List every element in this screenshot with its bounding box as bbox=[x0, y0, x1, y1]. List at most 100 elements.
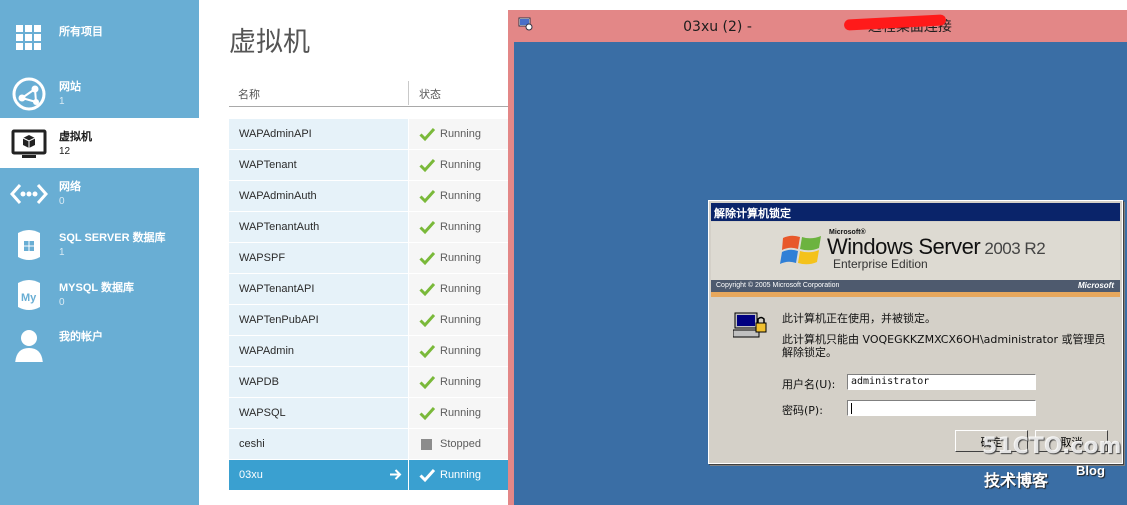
password-field[interactable] bbox=[847, 400, 1036, 416]
page-title: 虚拟机 bbox=[229, 27, 310, 58]
vm-status-cell: Running bbox=[409, 398, 508, 428]
vm-status-label: Running bbox=[440, 407, 481, 419]
monitor-icon bbox=[11, 129, 47, 158]
watermark-blog: Blog bbox=[1076, 463, 1105, 478]
nav-item-virtual-machines[interactable]: 虚拟机 12 bbox=[0, 118, 199, 168]
vm-status-label: Running bbox=[440, 128, 481, 140]
vm-row[interactable]: WAPAdminAPI Running bbox=[229, 119, 508, 150]
nav-item-label: MYSQL 数据库 bbox=[59, 282, 134, 294]
dialog-title: 解除计算机锁定 bbox=[714, 207, 791, 220]
vm-list-panel: 虚拟机 名称 状态 WAPAdminAPI Running WAPTenant Run… bbox=[199, 0, 508, 505]
vm-row[interactable]: WAPTenantAuth Running bbox=[229, 212, 508, 243]
nav-item-my-account[interactable]: 我的帐户 bbox=[0, 318, 199, 368]
unlock-permission-message-cont: 解除锁定。 bbox=[782, 346, 837, 359]
header-divider bbox=[229, 106, 508, 107]
vm-status-label: Running bbox=[440, 190, 481, 202]
vm-status-label: Running bbox=[440, 469, 481, 481]
vm-status-cell: Running bbox=[409, 305, 508, 335]
checkmark-icon bbox=[419, 344, 435, 359]
nav-item-sql-databases[interactable]: SQL SERVER 数据库 1 bbox=[0, 219, 199, 269]
nav-item-label: SQL SERVER 数据库 bbox=[59, 232, 166, 244]
windows-server-banner: Microsoft® Windows Server 2003 R2 Enterp… bbox=[711, 222, 1120, 297]
vm-name-cell: 03xu bbox=[229, 460, 408, 490]
left-navigation: 所有项目 网站 1 虚拟机 12 网络 0 SQL SERVER 数据库 1 M… bbox=[0, 0, 199, 505]
vm-name-cell: WAPSQL bbox=[229, 398, 408, 428]
vm-status-cell: Running bbox=[409, 181, 508, 211]
dialog-title-bar[interactable]: 解除计算机锁定 bbox=[711, 203, 1120, 221]
checkmark-icon bbox=[419, 158, 435, 173]
vm-name-cell: WAPAdminAPI bbox=[229, 119, 408, 149]
vm-status-cell: Running bbox=[409, 336, 508, 366]
nav-item-count: 0 bbox=[59, 196, 65, 207]
vm-name-cell: WAPTenPubAPI bbox=[229, 305, 408, 335]
username-label: 用户名(U): bbox=[782, 378, 836, 391]
vm-status-label: Running bbox=[440, 159, 481, 171]
copyright-text: Copyright © 2005 Microsoft Corporation bbox=[716, 282, 840, 289]
password-label: 密码(P): bbox=[782, 404, 823, 417]
column-header-status[interactable]: 状态 bbox=[419, 86, 441, 102]
windows-flag-icon bbox=[780, 235, 821, 265]
nav-item-label: 网站 bbox=[59, 81, 81, 93]
vm-status-cell: Running bbox=[409, 212, 508, 242]
nav-item-all-items[interactable]: 所有项目 bbox=[0, 13, 199, 63]
vm-name-cell: WAPSPF bbox=[229, 243, 408, 273]
vm-row[interactable]: WAPAdmin Running bbox=[229, 336, 508, 367]
vm-name-cell: WAPTenantAPI bbox=[229, 274, 408, 304]
arrow-right-icon[interactable] bbox=[389, 468, 402, 481]
vm-status-cell: Stopped bbox=[409, 429, 508, 459]
column-separator bbox=[408, 81, 409, 105]
vm-status-label: Running bbox=[440, 252, 481, 264]
username-field[interactable]: administrator bbox=[847, 374, 1036, 390]
unlock-computer-dialog: 解除计算机锁定 Microsoft® Windows Server 2003 R… bbox=[708, 200, 1123, 464]
vm-row[interactable]: WAPSPF Running bbox=[229, 243, 508, 274]
vm-row[interactable]: WAPTenantAPI Running bbox=[229, 274, 508, 305]
vm-row[interactable]: WAPSQL Running bbox=[229, 398, 508, 429]
vm-status-label: Running bbox=[440, 314, 481, 326]
globe-icon bbox=[12, 77, 46, 111]
vm-status-cell: Running bbox=[409, 150, 508, 180]
vm-table-body: WAPAdminAPI Running WAPTenant Running WAPAdm… bbox=[229, 119, 508, 491]
locked-computer-icon bbox=[733, 312, 767, 338]
vm-status-cell: Running bbox=[409, 274, 508, 304]
nav-item-websites[interactable]: 网站 1 bbox=[0, 68, 199, 118]
grid-icon bbox=[16, 25, 41, 50]
vm-status-cell: Running bbox=[409, 119, 508, 149]
vm-status-cell: Running bbox=[409, 367, 508, 397]
locked-message: 此计算机正在使用，并被锁定。 bbox=[782, 312, 936, 325]
sql-database-icon bbox=[18, 230, 40, 260]
vm-row[interactable]: WAPDB Running bbox=[229, 367, 508, 398]
banner-accent-strip bbox=[711, 292, 1120, 297]
nav-item-label: 虚拟机 bbox=[59, 131, 92, 143]
vm-row[interactable]: WAPTenPubAPI Running bbox=[229, 305, 508, 336]
vm-row[interactable]: ceshi Stopped bbox=[229, 429, 508, 460]
nav-item-label: 网络 bbox=[59, 181, 81, 193]
nav-item-count: 1 bbox=[59, 96, 65, 107]
nav-item-count: 0 bbox=[59, 297, 65, 308]
checkmark-icon bbox=[419, 282, 435, 297]
checkmark-icon bbox=[419, 127, 435, 142]
column-header-name[interactable]: 名称 bbox=[238, 86, 260, 102]
checkmark-icon bbox=[419, 220, 435, 235]
svg-text:My: My bbox=[21, 292, 37, 304]
vm-row[interactable]: WAPAdminAuth Running bbox=[229, 181, 508, 212]
network-icon bbox=[10, 184, 48, 204]
rdp-title-prefix: 03xu (2) - bbox=[683, 19, 757, 35]
checkmark-icon bbox=[419, 251, 435, 266]
vm-name-cell: WAPTenant bbox=[229, 150, 408, 180]
vm-status-cell: Running bbox=[409, 243, 508, 273]
rdp-window-title: 03xu (2) - - 远程桌面连接 bbox=[508, 16, 1127, 36]
vm-status-label: Running bbox=[440, 221, 481, 233]
nav-item-label: 我的帐户 bbox=[59, 331, 103, 343]
checkmark-icon bbox=[419, 406, 435, 421]
vm-row[interactable]: 03xu Running bbox=[229, 460, 508, 491]
vm-name-cell: WAPTenantAuth bbox=[229, 212, 408, 242]
checkmark-icon bbox=[419, 189, 435, 204]
nav-item-networks[interactable]: 网络 0 bbox=[0, 168, 199, 218]
vm-status-label: Stopped bbox=[440, 438, 481, 450]
nav-item-mysql-databases[interactable]: My MYSQL 数据库 0 bbox=[0, 269, 199, 319]
edition-label: Enterprise Edition bbox=[833, 257, 928, 271]
vm-row[interactable]: WAPTenant Running bbox=[229, 150, 508, 181]
checkmark-icon bbox=[419, 375, 435, 390]
checkmark-icon bbox=[419, 468, 435, 483]
user-icon bbox=[15, 330, 43, 362]
